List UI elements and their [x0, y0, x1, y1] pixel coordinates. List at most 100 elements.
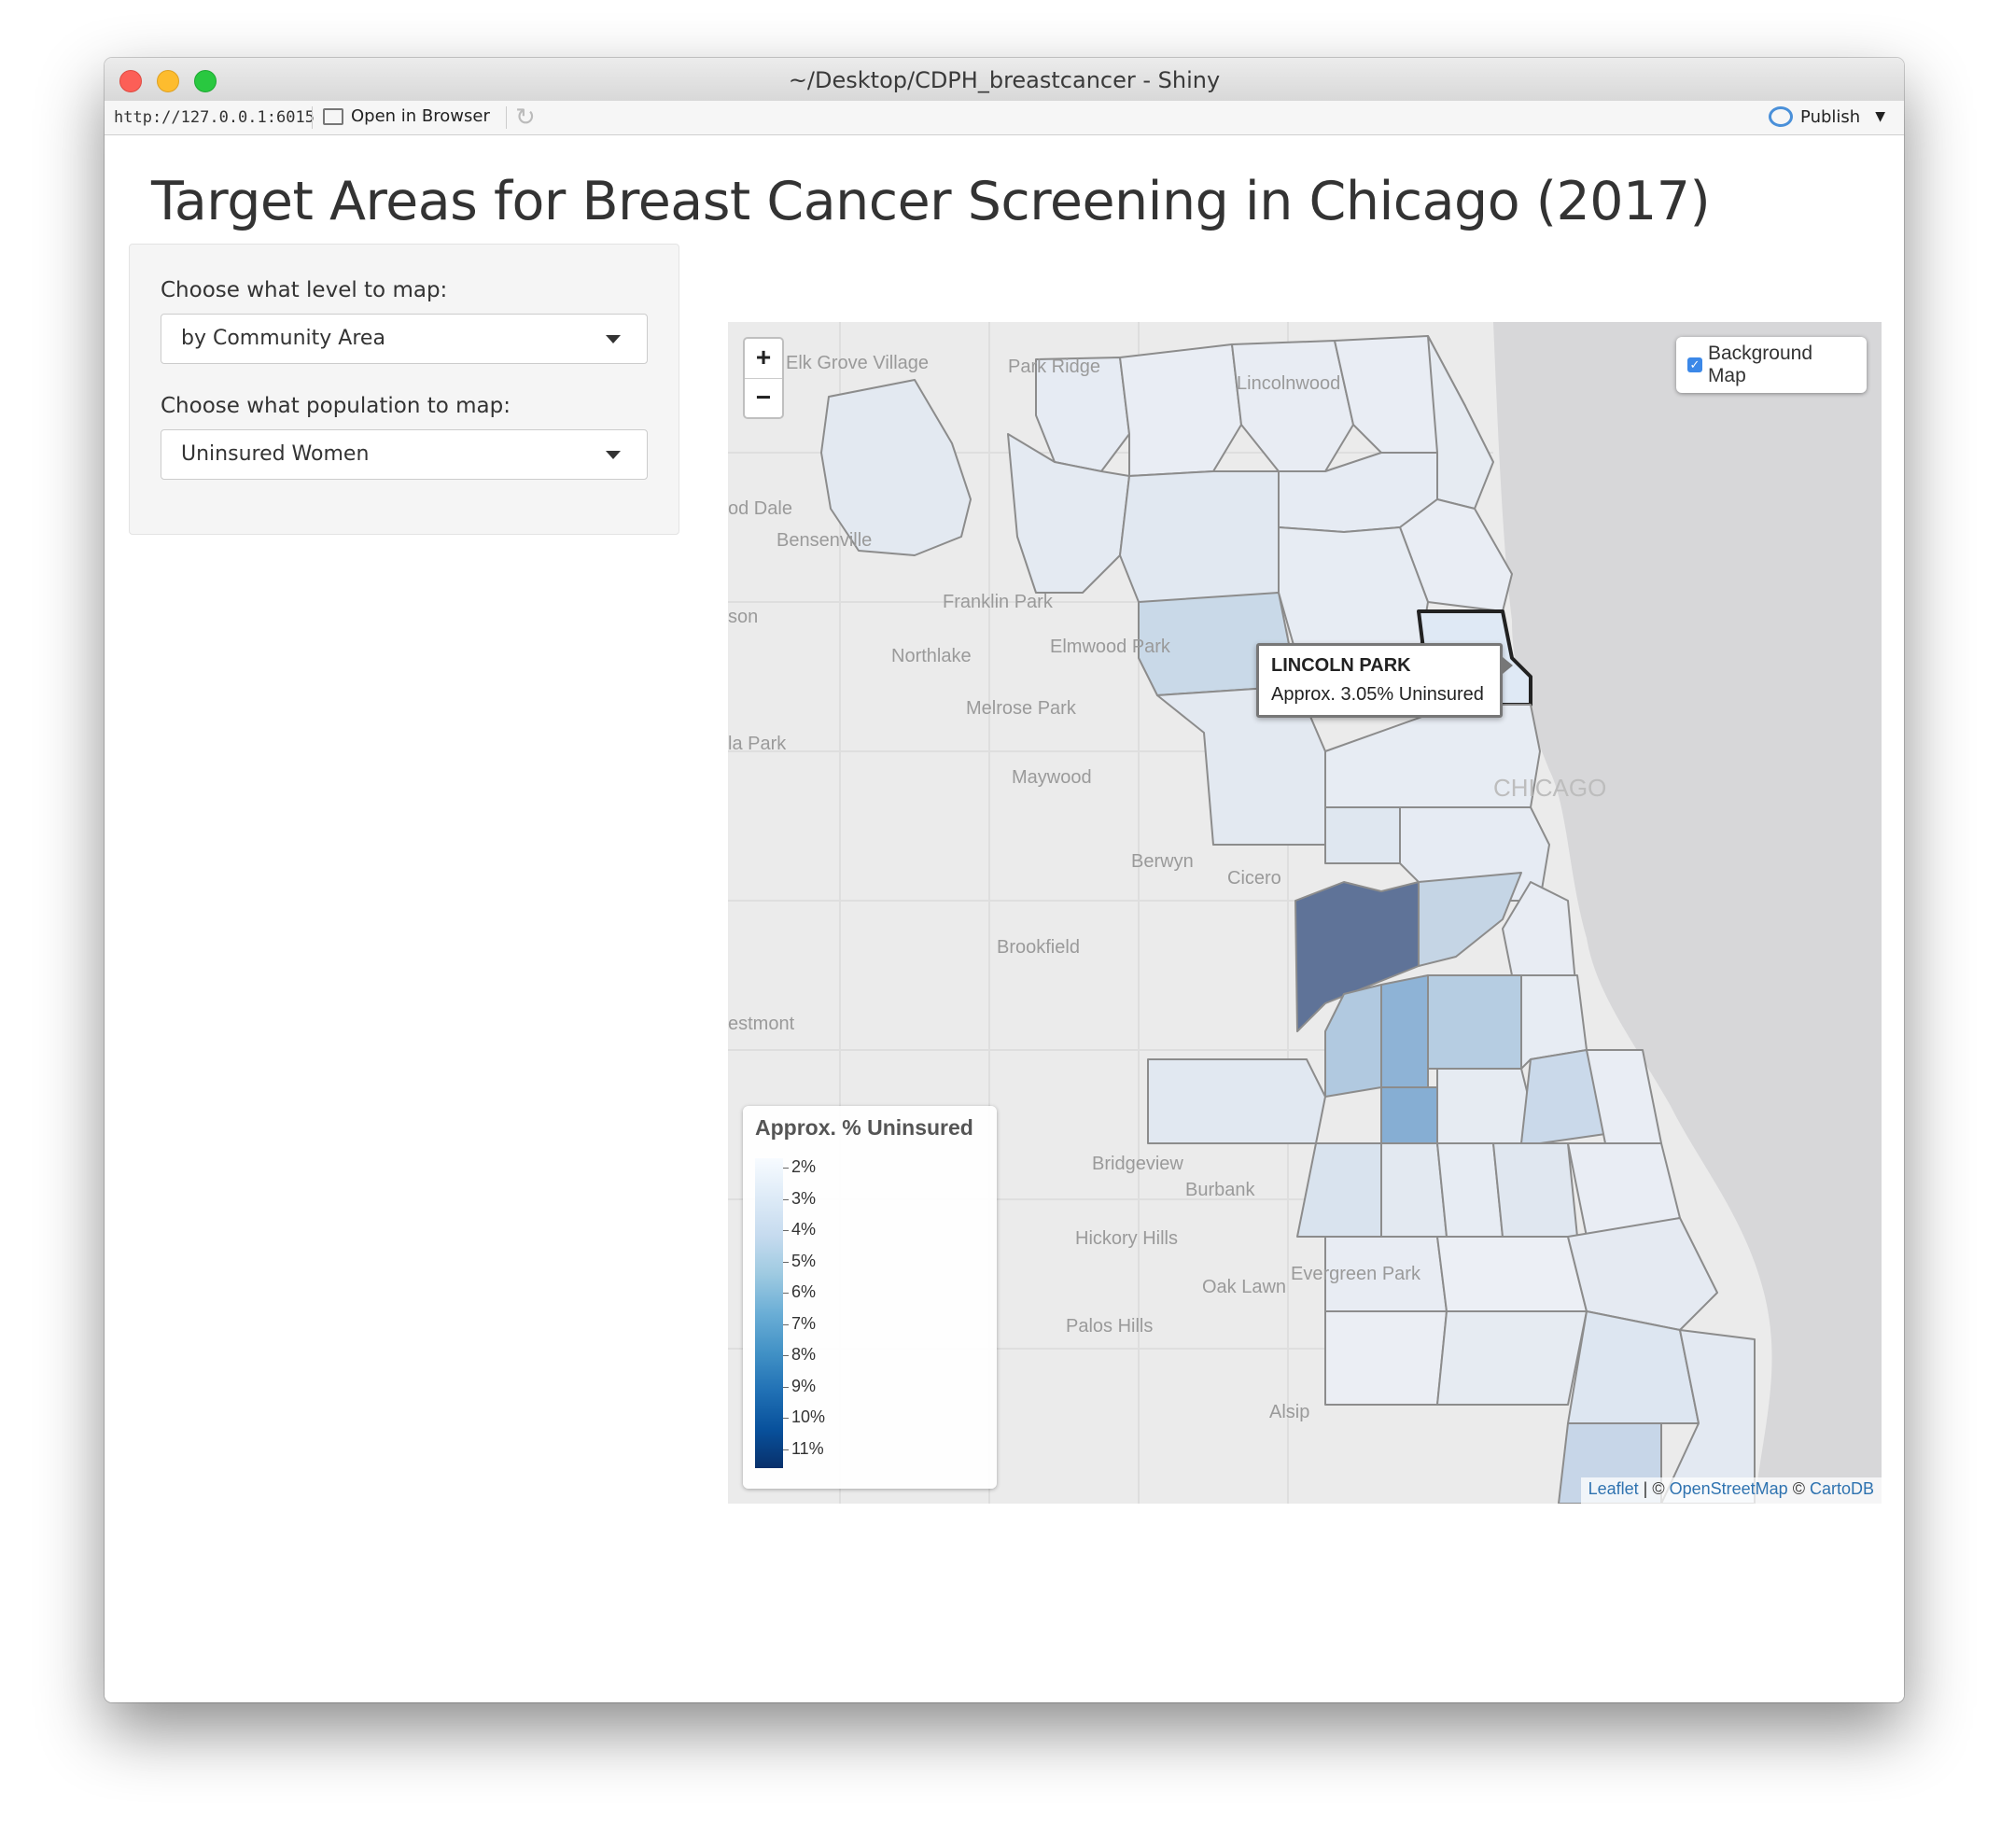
place-label: Bridgeview	[1092, 1154, 1183, 1174]
place-label: Hickory Hills	[1075, 1228, 1178, 1249]
place-label: Evergreen Park	[1291, 1264, 1421, 1284]
map-attribution: Leaflet | © OpenStreetMap © CartoDB	[1580, 1477, 1882, 1504]
legend-tick-label: 2%	[791, 1157, 817, 1176]
place-label: Northlake	[891, 646, 972, 666]
legend-tick-label: 4%	[791, 1220, 817, 1239]
population-label: Choose what population to map:	[161, 394, 511, 418]
area-northwest-3	[1119, 470, 1280, 603]
legend-tick-label: 3%	[791, 1188, 817, 1208]
place-label: Melrose Park	[966, 698, 1077, 719]
legend-tick	[783, 1230, 789, 1231]
legend-tick-label: 9%	[791, 1376, 817, 1395]
legend-tick-label: 11%	[791, 1438, 824, 1458]
area-south-2	[1380, 974, 1429, 1088]
map-legend: Approx. % Uninsured 2% 3% 4% 5% 6% 7% 8% 9% 10% 1…	[743, 1106, 997, 1489]
leaflet-map[interactable]: Elk Grove Village Park Ridge Lincolnwood…	[728, 322, 1882, 1504]
area-far-south-4	[1324, 1310, 1448, 1406]
refresh-icon[interactable]: ↻	[515, 105, 541, 131]
place-label: Elk Grove Village	[786, 353, 929, 373]
zoom-out-button[interactable]: −	[745, 379, 782, 418]
leaflet-link[interactable]: Leaflet	[1588, 1479, 1639, 1498]
toolbar-divider	[312, 106, 313, 129]
place-label: son	[728, 607, 758, 627]
title-bar: ~/Desktop/CDPH_breastcancer - Shiny	[105, 58, 1904, 102]
tooltip-value: Approx. 3.05% Uninsured	[1271, 684, 1484, 705]
area-southwest-2	[1296, 1142, 1382, 1238]
sidebar-panel: Choose what level to map: by Community A…	[129, 244, 679, 535]
legend-tick	[783, 1386, 789, 1388]
legend-tick-label: 7%	[791, 1313, 817, 1333]
area-south-6	[1436, 1068, 1532, 1144]
zoom-in-button[interactable]: +	[745, 339, 782, 379]
place-label: Oak Lawn	[1202, 1277, 1286, 1297]
zoom-control: + −	[743, 337, 784, 419]
legend-tick	[783, 1355, 789, 1356]
attribution-separator: ©	[1787, 1479, 1810, 1498]
chevron-down-icon[interactable]: ▼	[1875, 109, 1885, 124]
legend-tick-label: 10%	[791, 1407, 826, 1426]
publish-icon	[1769, 106, 1794, 127]
legend-tick-label: 5%	[791, 1251, 817, 1270]
population-select[interactable]: Uninsured Women	[161, 429, 648, 480]
app-content: Target Areas for Breast Cancer Screening…	[105, 135, 1904, 1702]
level-label: Choose what level to map:	[161, 278, 448, 302]
population-select-value: Uninsured Women	[181, 442, 370, 466]
place-label: Alsip	[1269, 1402, 1309, 1422]
checkbox-checked-icon[interactable]: ✓	[1687, 357, 1702, 372]
legend-tick-label: 8%	[791, 1345, 817, 1364]
legend-tick	[783, 1449, 789, 1450]
publish-button[interactable]: Publish ▼	[1769, 106, 1885, 127]
legend-tick	[783, 1293, 789, 1294]
area-south-5	[1380, 1086, 1438, 1144]
window-title: ~/Desktop/CDPH_breastcancer - Shiny	[788, 67, 1221, 93]
place-label: Burbank	[1185, 1180, 1255, 1200]
area-ohare	[820, 379, 972, 556]
place-label: Bensenville	[777, 530, 872, 551]
area-southwest-1	[1147, 1058, 1326, 1144]
level-select-value: by Community Area	[181, 327, 385, 350]
cartodb-link[interactable]: CartoDB	[1810, 1479, 1874, 1498]
area-south-10	[1436, 1142, 1504, 1238]
attribution-separator: | ©	[1638, 1479, 1670, 1498]
map-tooltip: LINCOLN PARK Approx. 3.05% Uninsured	[1256, 643, 1513, 718]
area-south-3	[1427, 974, 1522, 1070]
tooltip-area-name: LINCOLN PARK	[1271, 655, 1411, 676]
area-west-2	[1324, 806, 1401, 864]
place-label: CHICAGO	[1493, 774, 1606, 802]
place-label: Elmwood Park	[1050, 637, 1171, 657]
place-label: Palos Hills	[1066, 1316, 1153, 1337]
area-south-11	[1492, 1142, 1578, 1238]
place-label: Brookfield	[997, 937, 1080, 958]
chevron-down-icon	[606, 335, 621, 343]
app-window: ~/Desktop/CDPH_breastcancer - Shiny http…	[105, 58, 1904, 1702]
openstreetmap-link[interactable]: OpenStreetMap	[1670, 1479, 1788, 1498]
toolbar-divider	[506, 106, 507, 129]
place-label: la Park	[728, 734, 787, 754]
place-label: Berwyn	[1131, 851, 1194, 872]
layer-control[interactable]: ✓ Background Map	[1676, 337, 1867, 393]
legend-title: Approx. % Uninsured	[755, 1115, 973, 1140]
legend-tick	[783, 1323, 789, 1325]
place-label: Cicero	[1227, 868, 1281, 889]
place-label: od Dale	[728, 498, 792, 519]
level-select[interactable]: by Community Area	[161, 314, 648, 364]
legend-tick-label: 6%	[791, 1282, 817, 1301]
background-map-label: Background Map	[1707, 343, 1813, 386]
legend-color-ramp	[755, 1158, 783, 1468]
place-label: estmont	[728, 1014, 795, 1034]
place-label: Park Ridge	[1008, 357, 1100, 377]
legend-tick	[783, 1261, 789, 1263]
area-northwest-1	[1119, 343, 1242, 477]
area-south-1	[1324, 984, 1382, 1098]
open-in-browser-label: Open in Browser	[351, 106, 490, 126]
legend-tick	[783, 1418, 789, 1419]
place-label: Franklin Park	[943, 592, 1054, 612]
area-far-south-5	[1436, 1310, 1588, 1406]
url-text: http://127.0.0.1:6015	[114, 108, 315, 127]
page-title: Target Areas for Breast Cancer Screening…	[151, 171, 1711, 232]
area-far-south-2	[1436, 1236, 1588, 1312]
open-in-browser-button[interactable]: Open in Browser	[323, 106, 490, 126]
chevron-down-icon	[606, 451, 621, 459]
viewer-toolbar: http://127.0.0.1:6015 Open in Browser ↻ …	[105, 101, 1904, 135]
place-label: Maywood	[1012, 767, 1092, 788]
